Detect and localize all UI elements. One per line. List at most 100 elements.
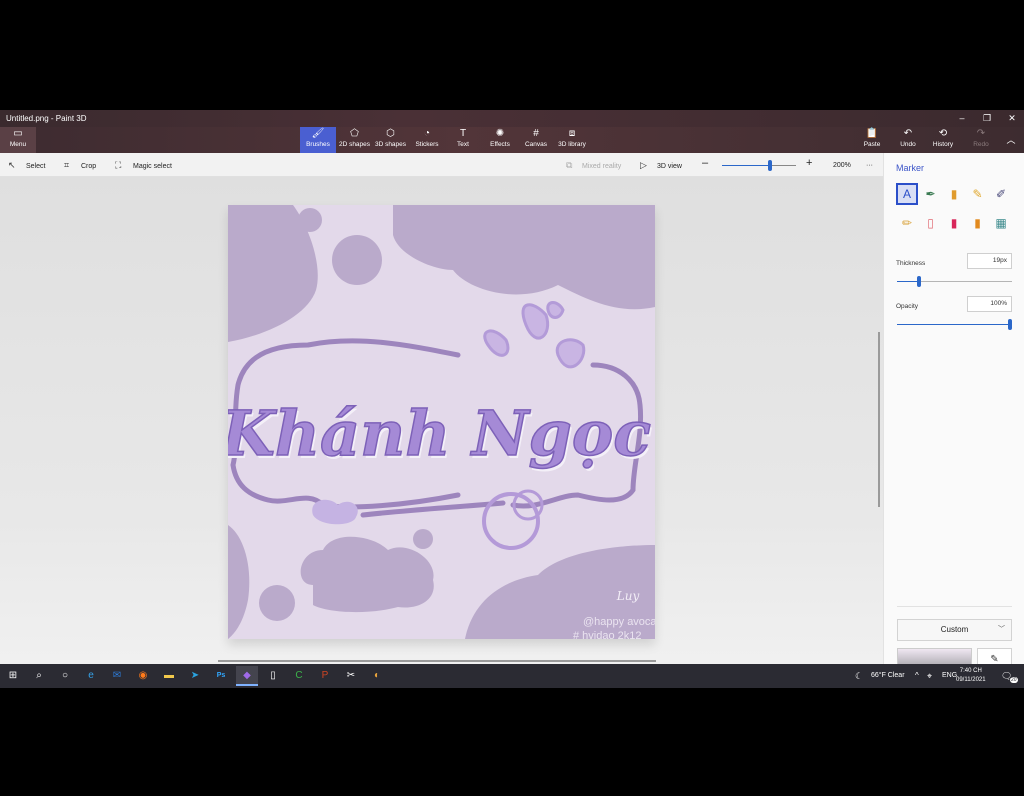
firefox-icon[interactable]: ◉: [132, 666, 154, 686]
more-icon[interactable]: ···: [866, 160, 873, 171]
action-label: Paste: [863, 141, 881, 148]
tab-canvas[interactable]: # Canvas: [520, 127, 552, 153]
watercolor-icon[interactable]: ✎: [967, 183, 989, 205]
magic-select-icon: ⛶: [115, 160, 122, 170]
canvas-artwork: Khánh Ngọc Khánh Ngọc Luy @happy avoca #…: [228, 205, 655, 639]
current-color-preview[interactable]: [897, 648, 972, 664]
opacity-slider-thumb[interactable]: [1008, 319, 1012, 330]
action-label: History: [932, 141, 954, 148]
cortana-icon[interactable]: ○: [54, 666, 76, 686]
zoom-slider[interactable]: [722, 160, 796, 171]
crop-button[interactable]: ⌗ Crop: [64, 160, 96, 171]
color-mode-dropdown[interactable]: Custom ﹀: [897, 619, 1012, 641]
tab-2d-shapes[interactable]: ⬠ 2D shapes: [337, 127, 372, 153]
desktop-screen: Untitled.png - Paint 3D – ❐ ✕ ▭ Menu 🖌 B…: [0, 0, 1024, 796]
moon-icon: ☾: [855, 671, 864, 681]
zoom-in-button[interactable]: +: [806, 158, 812, 169]
drawing-canvas[interactable]: Khánh Ngọc Khánh Ngọc Luy @happy avoca #…: [228, 205, 655, 639]
network-icon[interactable]: ⌖: [927, 664, 932, 688]
watermark-handle: @happy avoca: [583, 616, 655, 628]
menu-button[interactable]: ▭ Menu: [0, 127, 36, 153]
panel-title: Marker: [896, 163, 925, 173]
clock[interactable]: 7:40 CH 09/11/2021: [956, 667, 986, 685]
tab-effects[interactable]: ✺ Effects: [484, 127, 516, 153]
telegram-icon[interactable]: ➤: [184, 666, 206, 686]
tab-3d-shapes[interactable]: ⬡ 3D shapes: [373, 127, 408, 153]
canvas-lettering: Khánh Ngọc: [228, 397, 651, 470]
calligraphy-pen-icon[interactable]: ✒: [920, 183, 942, 205]
thickness-field[interactable]: 19px: [967, 253, 1012, 269]
color-mode-label: Custom: [940, 625, 969, 634]
collapse-ribbon-button[interactable]: ︿: [1002, 127, 1020, 153]
brush-panel: Marker A ✒ ▮ ✎ ✐ ✏ ▯ ▮ ▮ ▦ Thickness 19px Opacity…: [883, 153, 1024, 664]
snip-icon[interactable]: ✂: [340, 666, 362, 686]
tab-3d-library[interactable]: ⧈ 3D library: [555, 127, 589, 153]
spray-can-icon[interactable]: ▮: [967, 212, 989, 234]
taskbar: ⊞ ⌕ ○ e ✉ ◉ ▬ ➤ Ps ◆ ▯ C P ✂ ◐ ☾ 66°F Clear ^ ⌖ ENG 7:…: [0, 664, 1024, 688]
eyedropper-icon[interactable]: ✎: [977, 648, 1012, 664]
restore-icon[interactable]: ❐: [977, 112, 997, 125]
photoshop-icon[interactable]: Ps: [210, 666, 232, 686]
powerpoint-icon[interactable]: P: [314, 666, 336, 686]
paste-button[interactable]: 📋 Paste: [860, 127, 884, 153]
search-icon[interactable]: ⌕: [28, 666, 50, 686]
undo-button[interactable]: ↶ Undo: [896, 127, 920, 153]
chrome-icon[interactable]: ◐: [366, 666, 388, 686]
language-indicator[interactable]: ENG: [942, 664, 957, 688]
tab-text[interactable]: T Text: [447, 127, 479, 153]
mail-icon[interactable]: ✉: [106, 666, 128, 686]
vertical-scrollbar[interactable]: [878, 332, 880, 507]
oil-brush-icon[interactable]: ▮: [943, 183, 965, 205]
thickness-slider[interactable]: [897, 276, 1012, 287]
close-icon[interactable]: ✕: [1002, 112, 1022, 125]
blob-circle-bottom: [259, 585, 295, 621]
blob-cloud: [300, 536, 434, 613]
eraser-icon[interactable]: ▯: [920, 212, 942, 234]
zoom-out-button[interactable]: –: [702, 158, 708, 169]
fill-icon[interactable]: ▦: [990, 212, 1012, 234]
thickness-label: Thickness: [896, 260, 926, 267]
paint-3d-icon[interactable]: ◆: [236, 666, 258, 686]
brush-icon: 🖌: [311, 128, 325, 139]
history-button[interactable]: ⟲ History: [930, 127, 956, 153]
chevron-down-icon: ﹀: [998, 626, 1005, 633]
pixel-pen-icon[interactable]: ✐: [990, 183, 1012, 205]
mixed-reality-button[interactable]: ⧉ Mixed reality: [566, 160, 621, 171]
edge-icon[interactable]: e: [80, 666, 102, 686]
tab-brushes[interactable]: 🖌 Brushes: [300, 127, 336, 153]
workspace: Khánh Ngọc Khánh Ngọc Luy @happy avoca #…: [0, 177, 883, 664]
select-button[interactable]: ↖ Select: [8, 160, 45, 171]
magic-select-label: Magic select: [133, 163, 172, 170]
opacity-field[interactable]: 100%: [967, 296, 1012, 312]
minimize-icon[interactable]: –: [952, 112, 972, 125]
crop-label: Crop: [81, 163, 97, 170]
toolbar: ↖ Select ⌗ Crop ⛶ Magic select ⧉ Mixed reali…: [0, 153, 883, 177]
blob-circle-small: [298, 208, 322, 232]
crayon-icon[interactable]: ▮: [943, 212, 965, 234]
marker-icon[interactable]: A: [896, 183, 918, 205]
document-icon[interactable]: ▯: [262, 666, 284, 686]
canvas-icon: #: [533, 128, 539, 139]
camtasia-icon[interactable]: C: [288, 666, 310, 686]
opacity-slider-fill: [897, 324, 1012, 325]
thickness-slider-fill: [897, 281, 919, 282]
opacity-slider[interactable]: [897, 319, 1012, 330]
text-icon: T: [459, 128, 467, 139]
chevron-up-icon[interactable]: ^: [915, 664, 919, 688]
pencil-icon[interactable]: ✏: [896, 212, 918, 234]
magic-select-button[interactable]: ⛶ Magic select: [115, 160, 172, 171]
zoom-slider-thumb[interactable]: [768, 160, 773, 171]
notification-icon[interactable]: 🗨: [1001, 664, 1012, 688]
thickness-slider-thumb[interactable]: [916, 276, 921, 287]
action-label: Undo: [900, 141, 916, 148]
redo-button[interactable]: ↷ Redo: [969, 127, 993, 153]
menu-label: Menu: [9, 141, 27, 148]
windows-icon[interactable]: ⊞: [2, 666, 24, 686]
weather-text[interactable]: 66°F Clear: [871, 664, 905, 688]
tab-label: 2D shapes: [338, 141, 371, 148]
zoom-level[interactable]: 200%: [833, 160, 851, 171]
3d-view-button[interactable]: ▷ 3D view: [640, 160, 682, 171]
folder-icon[interactable]: ▬: [158, 666, 180, 686]
horizontal-scrollbar[interactable]: [218, 660, 656, 662]
tab-stickers[interactable]: ◔ Stickers: [410, 127, 444, 153]
